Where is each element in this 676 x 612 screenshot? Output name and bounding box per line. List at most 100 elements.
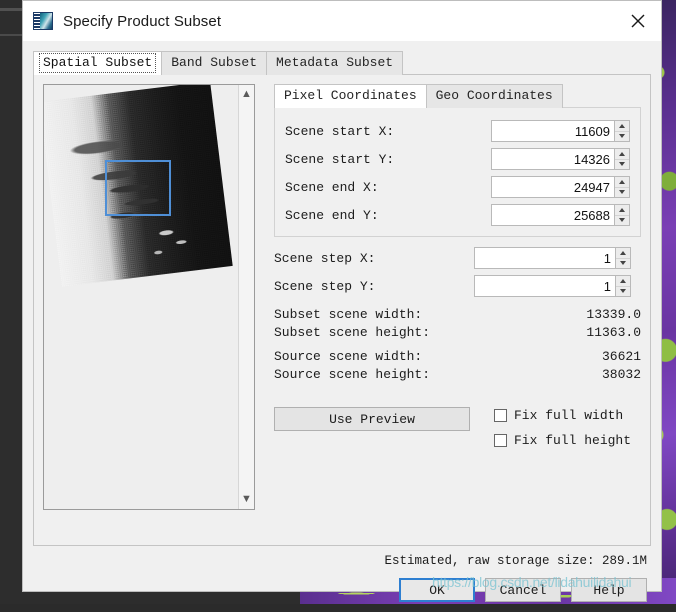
spinner-up-icon[interactable] xyxy=(615,121,629,132)
scene-step-y-label: Scene step Y: xyxy=(274,278,376,294)
estimated-storage-size: Estimated, raw storage size: 289.1M xyxy=(384,554,647,568)
backdrop-left-streak xyxy=(0,8,22,11)
stat-value: 13339.0 xyxy=(586,306,641,322)
scene-step-x-spin-buttons[interactable] xyxy=(615,247,631,269)
tab-band-subset[interactable]: Band Subset xyxy=(161,51,268,75)
tab-metadata-subset-label: Metadata Subset xyxy=(276,55,394,70)
dialog-footer: Estimated, raw storage size: 289.1M OK C… xyxy=(23,546,661,612)
scene-step-x-input[interactable]: 1 xyxy=(474,247,615,269)
tab-spatial-subset[interactable]: Spatial Subset xyxy=(33,51,163,75)
coordinate-tabstrip: Pixel Coordinates Geo Coordinates xyxy=(274,84,641,108)
checkbox-box-icon[interactable] xyxy=(494,409,507,422)
snap-icon-bars xyxy=(34,13,40,29)
spinner-up-icon[interactable] xyxy=(615,205,629,216)
spinner-up-icon[interactable] xyxy=(615,177,629,188)
tab-geo-coordinates-label: Geo Coordinates xyxy=(435,88,553,103)
scene-step-y-spinner[interactable]: 1 xyxy=(474,275,631,297)
cancel-button[interactable]: Cancel xyxy=(485,578,561,602)
help-button[interactable]: Help xyxy=(571,578,647,602)
pixel-coordinates-panel: Scene start X: 11609 Scene start Y: 1432… xyxy=(274,107,641,237)
fix-full-width-label: Fix full width xyxy=(514,408,624,423)
scene-preview-pane: ▲ ▼ xyxy=(43,84,255,510)
dialog-button-row: OK Cancel Help xyxy=(37,578,647,602)
scene-start-y-spinner[interactable]: 14326 xyxy=(491,148,630,170)
scene-step-x-label: Scene step X: xyxy=(274,250,376,266)
spinner-up-icon[interactable] xyxy=(616,248,630,259)
scene-start-y-spin-buttons[interactable] xyxy=(614,148,630,170)
scene-start-x-spinner[interactable]: 11609 xyxy=(491,120,630,142)
scene-start-x-label: Scene start X: xyxy=(285,123,395,139)
main-tabstrip: Spatial Subset Band Subset Metadata Subs… xyxy=(33,51,651,75)
stat-value: 11363.0 xyxy=(586,324,641,340)
spinner-up-icon[interactable] xyxy=(616,276,630,287)
scene-end-x-spin-buttons[interactable] xyxy=(614,176,630,198)
tab-pixel-coordinates[interactable]: Pixel Coordinates xyxy=(274,84,427,108)
scene-step-y-input[interactable]: 1 xyxy=(474,275,615,297)
fix-full-width-checkbox[interactable]: Fix full width xyxy=(494,408,631,423)
scene-end-x-input[interactable]: 24947 xyxy=(491,176,614,198)
tab-pixel-coordinates-label: Pixel Coordinates xyxy=(284,88,417,103)
scene-end-x-label: Scene end X: xyxy=(285,179,379,195)
stat-source-scene-height: Source scene height: 38032 xyxy=(274,365,641,383)
close-icon[interactable] xyxy=(615,1,661,41)
scene-preview[interactable] xyxy=(44,85,238,509)
selection-rectangle[interactable] xyxy=(105,160,171,216)
spatial-subset-panel: ▲ ▼ Pixel Coordinates Geo Coordinates Sc… xyxy=(33,74,651,546)
preview-vertical-scrollbar[interactable]: ▲ ▼ xyxy=(238,85,254,509)
spinner-down-icon[interactable] xyxy=(615,160,629,170)
field-row-scene-start-y: Scene start Y: 14326 xyxy=(285,148,630,170)
tab-spatial-subset-label: Spatial Subset xyxy=(39,53,157,73)
scene-start-x-input[interactable]: 11609 xyxy=(491,120,614,142)
scene-step-x-spinner[interactable]: 1 xyxy=(474,247,631,269)
chevron-down-icon[interactable]: ▼ xyxy=(241,494,252,505)
spinner-down-icon[interactable] xyxy=(616,259,630,269)
scene-size-stats: Subset scene width: 13339.0 Subset scene… xyxy=(274,305,641,383)
fix-size-checkbox-group: Fix full width Fix full height xyxy=(494,407,631,448)
ok-button[interactable]: OK xyxy=(399,578,475,602)
fix-full-height-checkbox[interactable]: Fix full height xyxy=(494,433,631,448)
field-row-scene-step-x: Scene step X: 1 xyxy=(274,247,641,269)
tab-band-subset-label: Band Subset xyxy=(171,55,258,70)
use-preview-button[interactable]: Use Preview xyxy=(274,407,470,431)
spinner-down-icon[interactable] xyxy=(615,216,629,226)
dialog-title: Specify Product Subset xyxy=(63,12,222,30)
snap-app-icon xyxy=(33,12,53,30)
stat-value: 36621 xyxy=(601,348,641,364)
tab-geo-coordinates[interactable]: Geo Coordinates xyxy=(425,84,563,108)
scene-start-x-spin-buttons[interactable] xyxy=(614,120,630,142)
specify-product-subset-dialog: Specify Product Subset Spatial Subset Ba… xyxy=(22,0,662,602)
stat-subset-scene-height: Subset scene height: 11363.0 xyxy=(274,323,641,341)
scene-step-y-spin-buttons[interactable] xyxy=(615,275,631,297)
stat-label: Subset scene width: xyxy=(274,306,423,322)
field-row-scene-step-y: Scene step Y: 1 xyxy=(274,275,641,297)
spinner-down-icon[interactable] xyxy=(616,287,630,297)
checkbox-box-icon[interactable] xyxy=(494,434,507,447)
fix-full-height-label: Fix full height xyxy=(514,433,632,448)
scene-end-y-spinner[interactable]: 25688 xyxy=(491,204,630,226)
scene-end-y-label: Scene end Y: xyxy=(285,207,379,223)
scene-end-x-spinner[interactable]: 24947 xyxy=(491,176,630,198)
dialog-titlebar: Specify Product Subset xyxy=(23,1,661,41)
field-row-scene-end-y: Scene end Y: 25688 xyxy=(285,204,630,226)
stat-value: 38032 xyxy=(601,366,641,382)
spinner-up-icon[interactable] xyxy=(615,149,629,160)
scene-end-y-spin-buttons[interactable] xyxy=(614,204,630,226)
spinner-down-icon[interactable] xyxy=(615,188,629,198)
dialog-body: Spatial Subset Band Subset Metadata Subs… xyxy=(23,41,661,546)
backdrop-left-panel xyxy=(0,0,22,604)
stat-label: Subset scene height: xyxy=(274,324,431,340)
backdrop-left-streak-2 xyxy=(0,34,22,36)
scene-end-y-input[interactable]: 25688 xyxy=(491,204,614,226)
stat-label: Source scene width: xyxy=(274,348,423,364)
tab-metadata-subset[interactable]: Metadata Subset xyxy=(266,51,404,75)
preview-action-row: Use Preview Fix full width Fix full heig… xyxy=(274,407,641,448)
spinner-down-icon[interactable] xyxy=(615,132,629,142)
coordinates-column: Pixel Coordinates Geo Coordinates Scene … xyxy=(274,84,641,536)
stat-label: Source scene height: xyxy=(274,366,431,382)
chevron-up-icon[interactable]: ▲ xyxy=(241,89,252,100)
scene-step-group: Scene step X: 1 Scene step Y: 1 xyxy=(274,247,641,297)
scene-start-y-label: Scene start Y: xyxy=(285,151,395,167)
scene-start-y-input[interactable]: 14326 xyxy=(491,148,614,170)
stat-subset-scene-width: Subset scene width: 13339.0 xyxy=(274,305,641,323)
field-row-scene-end-x: Scene end X: 24947 xyxy=(285,176,630,198)
